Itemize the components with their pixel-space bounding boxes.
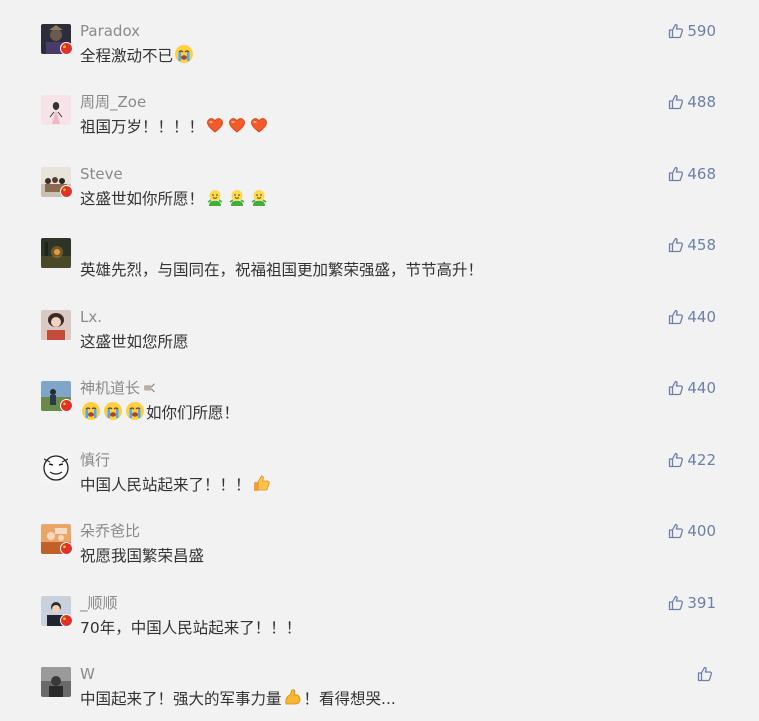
comment-item: 周周_Zoe 祖国万岁！！！！ 488	[0, 92, 759, 155]
username[interactable]: 神机道长	[80, 378, 157, 398]
like-count: 488	[687, 93, 716, 111]
username[interactable]: W	[80, 664, 95, 684]
comment-text: 英雄先烈，与国同在，祝福祖国更加繁荣强盛，节节高升！	[80, 261, 484, 279]
like-button[interactable]: 468	[668, 164, 716, 184]
fist-icon	[144, 383, 155, 393]
like-count: 440	[687, 308, 716, 326]
comment-item: 慎行 中国人民站起来了！！！ 422	[0, 450, 759, 513]
crying-face-icon	[104, 402, 122, 420]
username[interactable]: Paradox	[80, 21, 140, 41]
avatar[interactable]	[41, 310, 71, 340]
sprout-face-icon	[251, 190, 267, 206]
sprout-face-icon	[229, 190, 245, 206]
avatar[interactable]	[41, 238, 71, 268]
like-count: 468	[687, 165, 716, 183]
avatar[interactable]	[41, 667, 71, 697]
username[interactable]: Steve	[80, 164, 123, 184]
thumbs-up-outline-icon	[669, 595, 684, 611]
like-button[interactable]: 440	[668, 307, 716, 327]
like-count: 400	[687, 522, 716, 540]
comment-list: Paradox 全程激动不已 590 周周_Zoe 祖国万岁！！！！ 488 S…	[0, 0, 759, 721]
username[interactable]: Lx.	[80, 307, 102, 327]
crying-face-icon	[82, 402, 100, 420]
comment-item: Paradox 全程激动不已 590	[0, 21, 759, 84]
comment-item: 英雄先烈，与国同在，祝福祖国更加繁荣强盛，节节高升！ 458	[0, 235, 759, 298]
like-button[interactable]: 488	[668, 92, 716, 112]
comment-text: 这盛世如您所愿	[80, 333, 189, 351]
thumbs-up-outline-icon	[669, 166, 684, 182]
like-count: 440	[687, 379, 716, 397]
like-count: 391	[687, 594, 716, 612]
heart-icon	[207, 118, 223, 133]
comment-text: 祝愿我国繁荣昌盛	[80, 547, 205, 565]
comment-item: Lx. 这盛世如您所愿 440	[0, 307, 759, 370]
comment-item: 神机道长 如你们所愿！ 440	[0, 378, 759, 441]
like-button[interactable]: 391	[668, 593, 716, 613]
like-button[interactable]	[697, 664, 716, 684]
like-button[interactable]: 458	[668, 235, 716, 255]
comment-item: 朵乔爸比 祝愿我国繁荣昌盛 400	[0, 521, 759, 584]
thumbs-up-outline-icon	[669, 452, 684, 468]
username[interactable]: 朵乔爸比	[80, 521, 140, 541]
flexed-biceps-icon	[284, 689, 300, 705]
crying-face-icon	[126, 402, 144, 420]
username[interactable]: 慎行	[80, 450, 110, 470]
like-count: 590	[687, 22, 716, 40]
heart-icon	[229, 118, 245, 133]
thumbs-up-outline-icon	[669, 237, 684, 253]
flag-icon	[60, 542, 73, 555]
thumbs-up-outline-icon	[669, 309, 684, 325]
thumbs-up-outline-icon	[669, 23, 684, 39]
flag-icon	[60, 42, 73, 55]
thumbs-up-outline-icon	[669, 523, 684, 539]
comment-item: W 中国起来了！强大的军事力量 ！看得想哭...	[0, 664, 759, 721]
avatar[interactable]	[41, 453, 71, 483]
like-button[interactable]: 400	[668, 521, 716, 541]
heart-icon	[251, 118, 267, 133]
crying-face-icon	[175, 45, 194, 63]
username[interactable]: 周周_Zoe	[80, 92, 146, 112]
comment-text: 全程激动不已	[80, 44, 195, 68]
like-count: 458	[687, 236, 716, 254]
like-count: 422	[687, 451, 716, 469]
comment-item: Steve 这盛世如你所愿！ 468	[0, 164, 759, 227]
comment-item: _顺顺 70年，中国人民站起来了！！！ 391	[0, 593, 759, 656]
comment-text: 中国人民站起来了！！！	[80, 473, 273, 497]
comment-text: 70年，中国人民站起来了！！！	[80, 619, 302, 637]
comment-text: 祖国万岁！！！！	[80, 115, 270, 139]
comment-text: 中国起来了！强大的军事力量 ！看得想哭...	[80, 687, 396, 711]
thumbs-up-outline-icon	[697, 666, 713, 682]
thumbs-up-outline-icon	[669, 380, 684, 396]
comment-text: 如你们所愿！	[80, 401, 239, 425]
avatar[interactable]	[41, 95, 71, 125]
like-button[interactable]: 422	[668, 450, 716, 470]
thumbs-up-icon	[253, 475, 270, 491]
thumbs-up-outline-icon	[669, 94, 684, 110]
sprout-face-icon	[207, 190, 223, 206]
flag-icon	[60, 614, 73, 627]
flag-icon	[60, 399, 73, 412]
like-button[interactable]: 590	[668, 21, 716, 41]
like-button[interactable]: 440	[668, 378, 716, 398]
flag-icon	[60, 185, 73, 198]
comment-text: 这盛世如你所愿！	[80, 187, 270, 211]
username[interactable]: _顺顺	[80, 593, 118, 613]
